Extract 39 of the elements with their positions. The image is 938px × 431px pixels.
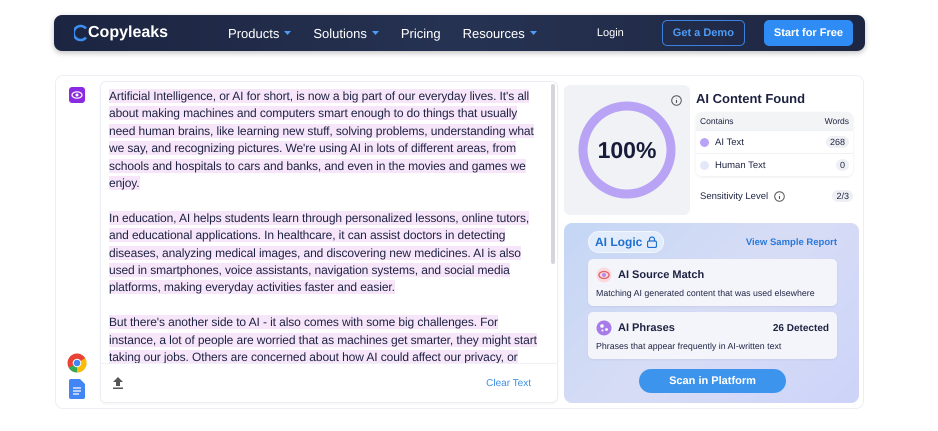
eye-icon[interactable]	[69, 87, 85, 103]
word-count: 0	[836, 159, 849, 171]
logo-icon	[74, 24, 88, 42]
result-title: AI Content Found	[696, 91, 806, 106]
row-label: AI Text	[715, 136, 745, 148]
text-editor[interactable]	[100, 81, 558, 403]
nav-menu-item[interactable]: Products	[228, 26, 292, 40]
info-icon[interactable]	[774, 190, 786, 202]
card-description: Matching AI generated content that was used elsewhere	[596, 288, 816, 298]
lock-icon	[647, 236, 658, 248]
caret-icon	[372, 31, 379, 35]
card-title: AI Phrases	[618, 322, 676, 334]
caret-icon	[284, 31, 292, 35]
score-percent: 100%	[598, 136, 656, 164]
word-count: 268	[826, 136, 849, 148]
document-icon[interactable]	[69, 379, 85, 399]
ai-logic-badge: AI Logic	[588, 231, 664, 253]
sensitivity-label: Sensitivity Level	[700, 190, 768, 202]
nav-menu-item[interactable]: Pricing	[400, 26, 441, 40]
card-description: Phrases that appear frequently in AI-written text	[596, 341, 782, 351]
nav-menu-item[interactable]: Resources	[462, 26, 537, 40]
column-header: Words	[824, 116, 849, 126]
row-label: Human Text	[715, 160, 767, 170]
paragraph: Artificial Intelligence, or AI for short, is now a big part of our everyday lives. It's all about making machines and computers smart enough to do things that usually need human brains, like learning new stuff, solving problems, understanding what we say, and recognizing pictures. We're using AI in lots of different areas, from schools and hospitals to cars and banks, and even in the movies and games we enjoy.	[109, 88, 535, 192]
upload-icon[interactable]	[113, 377, 123, 389]
browser-icon[interactable]	[67, 353, 87, 373]
nav-menu-item[interactable]: Solutions	[313, 26, 379, 40]
info-icon[interactable]	[671, 95, 682, 106]
caret-icon	[530, 31, 537, 35]
column-header: Contains	[700, 116, 734, 126]
eye-icon	[596, 267, 612, 283]
detected-count: 26 Detected	[772, 322, 829, 334]
card-title: AI Source Match	[618, 269, 706, 281]
paragraph: In education, AI helps students learn through personalized lessons, online tutors, and educational applications. In healthcare, it can assist doctors in detecting diseases, analyzing medical images, and discovering new medicines. AI is also used in smartphones, voice assistants, navigation systems, and social media platforms, making everyday activities faster and easier.	[109, 210, 530, 296]
logo-text[interactable]: Copyleaks	[88, 24, 168, 42]
demo-button[interactable]: Get a Demo	[662, 20, 745, 46]
sparkle-icon	[596, 320, 612, 336]
login-link[interactable]: Login	[590, 26, 630, 40]
sensitivity-value: 2/3	[832, 190, 853, 202]
